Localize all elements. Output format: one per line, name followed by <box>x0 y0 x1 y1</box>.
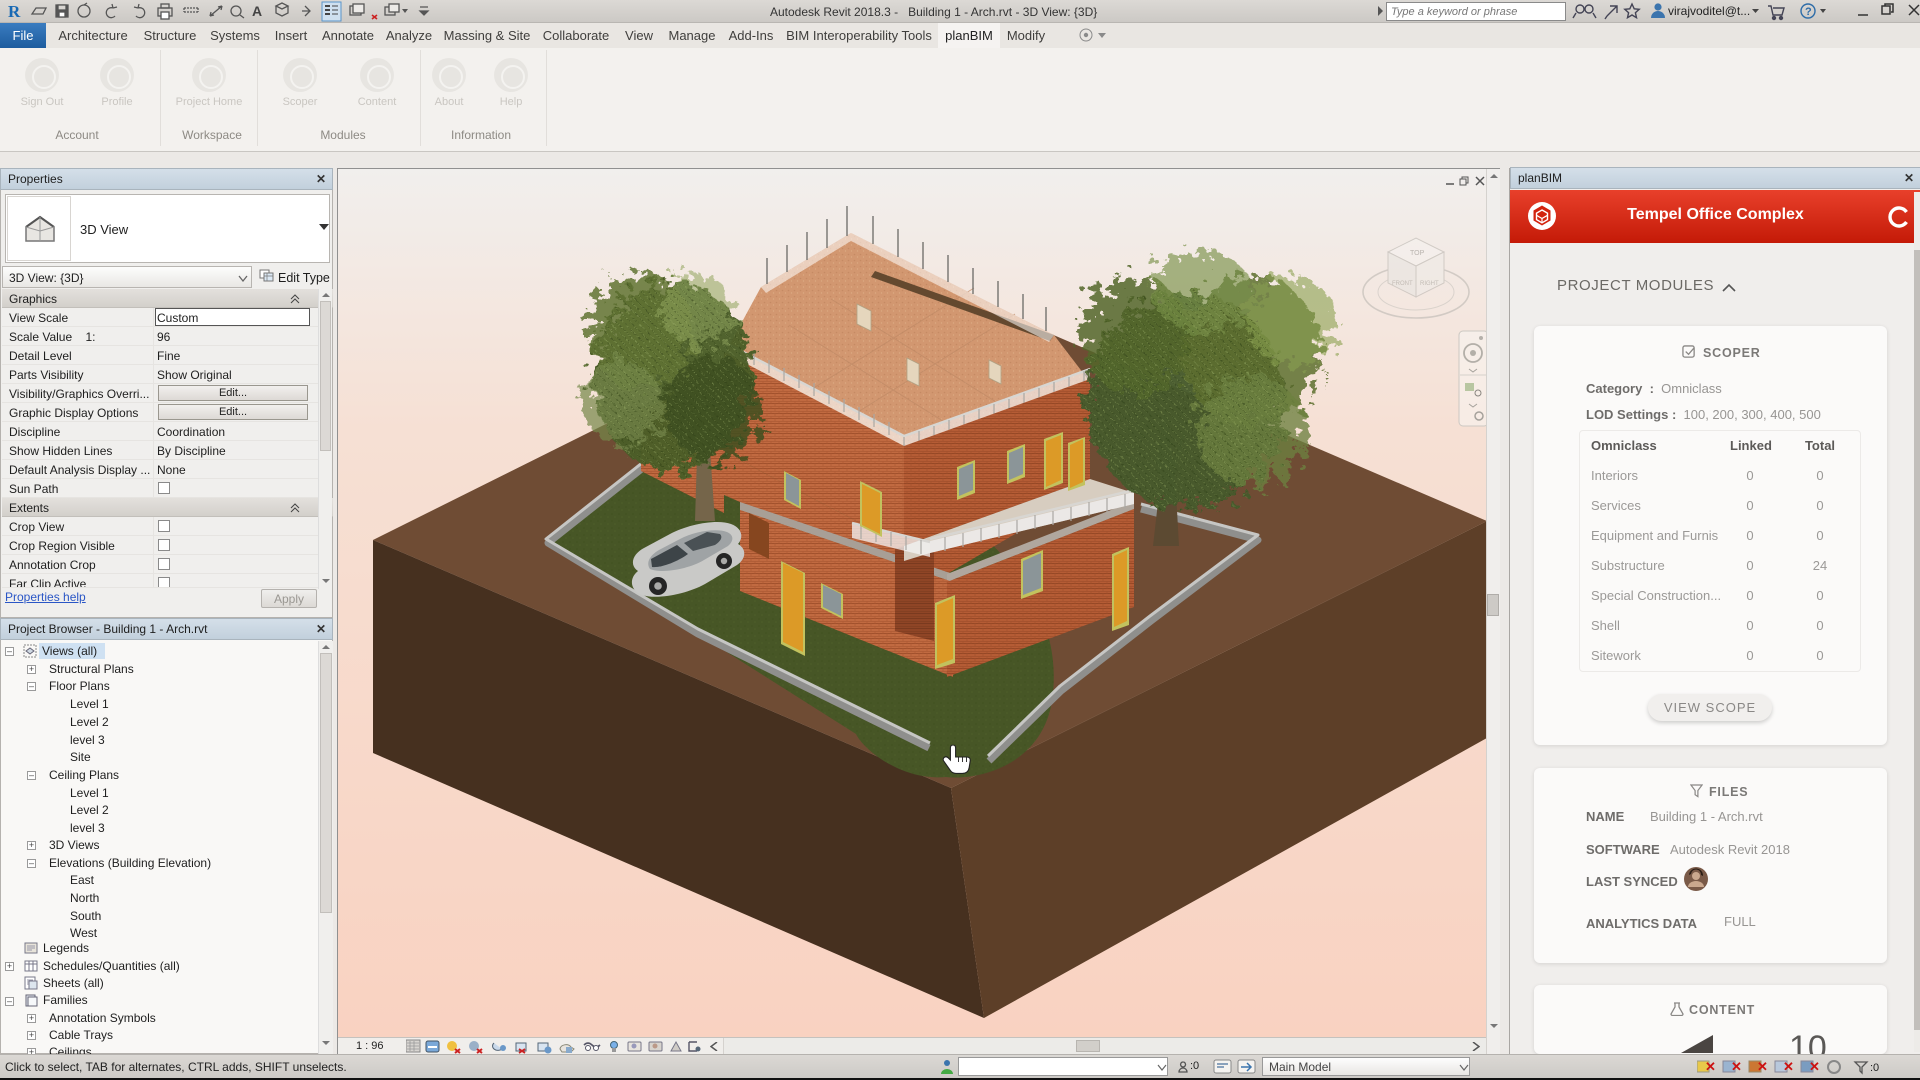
svg-text:✕: ✕ <box>1757 1059 1768 1074</box>
svg-text:FRONT: FRONT <box>1392 281 1413 287</box>
svg-text:?: ? <box>1805 6 1812 18</box>
svg-text:✕: ✕ <box>1705 1059 1716 1074</box>
svg-text:✕: ✕ <box>1783 1059 1794 1074</box>
svg-text:RIGHT: RIGHT <box>1420 281 1439 287</box>
svg-text:virajvoditel@t...: virajvoditel@t... <box>1668 4 1750 18</box>
svg-text:TOP: TOP <box>1410 250 1425 257</box>
svg-text::0: :0 <box>1870 1062 1879 1074</box>
svg-text:✕: ✕ <box>1809 1059 1820 1074</box>
svg-text:R: R <box>8 2 21 21</box>
svg-text:✕: ✕ <box>1731 1059 1742 1074</box>
svg-text:A: A <box>252 3 262 19</box>
